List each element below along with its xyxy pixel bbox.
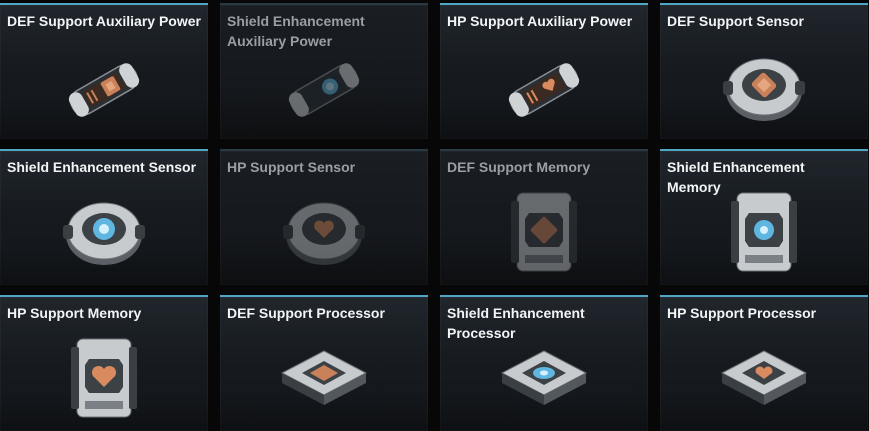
module-card-def-aux-power[interactable]: DEF Support Auxiliary Power (0, 3, 208, 139)
module-card-def-memory[interactable]: DEF Support Memory (440, 149, 648, 285)
processor-hp-icon (720, 350, 808, 405)
sensor-shield-icon (63, 202, 145, 265)
module-card-shield-aux-power[interactable]: Shield Enhancement Auxiliary Power (220, 3, 428, 139)
module-name: Shield Enhancement Memory (667, 159, 805, 195)
sensor-def-icon (723, 58, 805, 121)
cylinder-hp-icon (508, 63, 580, 117)
module-name: HP Support Processor (667, 305, 817, 321)
module-card-def-processor[interactable]: DEF Support Processor (220, 295, 428, 431)
memory-def-icon (511, 192, 577, 272)
module-grid: DEF Support Auxiliary Power Shield Enhan… (0, 0, 869, 431)
module-card-hp-memory[interactable]: HP Support Memory (0, 295, 208, 431)
module-name: HP Support Auxiliary Power (447, 13, 633, 29)
module-card-def-sensor[interactable]: DEF Support Sensor (660, 3, 868, 139)
module-card-hp-sensor[interactable]: HP Support Sensor (220, 149, 428, 285)
module-name: Shield Enhancement Sensor (7, 159, 197, 175)
sensor-hp-icon (283, 202, 365, 265)
module-name: DEF Support Memory (447, 159, 591, 175)
module-name: DEF Support Auxiliary Power (7, 13, 201, 29)
module-name: DEF Support Sensor (667, 13, 804, 29)
processor-shield-icon (500, 350, 588, 405)
memory-shield-icon (731, 192, 797, 272)
module-name: HP Support Sensor (227, 159, 356, 175)
module-card-hp-processor[interactable]: HP Support Processor (660, 295, 868, 431)
module-name: Shield Enhancement Auxiliary Power (227, 13, 365, 49)
cylinder-def-icon (68, 63, 140, 117)
processor-def-icon (280, 350, 368, 405)
module-name: Shield Enhancement Processor (447, 305, 585, 341)
module-name: HP Support Memory (7, 305, 142, 321)
module-card-shield-memory[interactable]: Shield Enhancement Memory (660, 149, 868, 285)
module-card-hp-aux-power[interactable]: HP Support Auxiliary Power (440, 3, 648, 139)
module-name: DEF Support Processor (227, 305, 385, 321)
memory-hp-icon (71, 338, 137, 418)
module-card-shield-processor[interactable]: Shield Enhancement Processor (440, 295, 648, 431)
module-card-shield-sensor[interactable]: Shield Enhancement Sensor (0, 149, 208, 285)
cylinder-shield-icon (288, 63, 360, 117)
